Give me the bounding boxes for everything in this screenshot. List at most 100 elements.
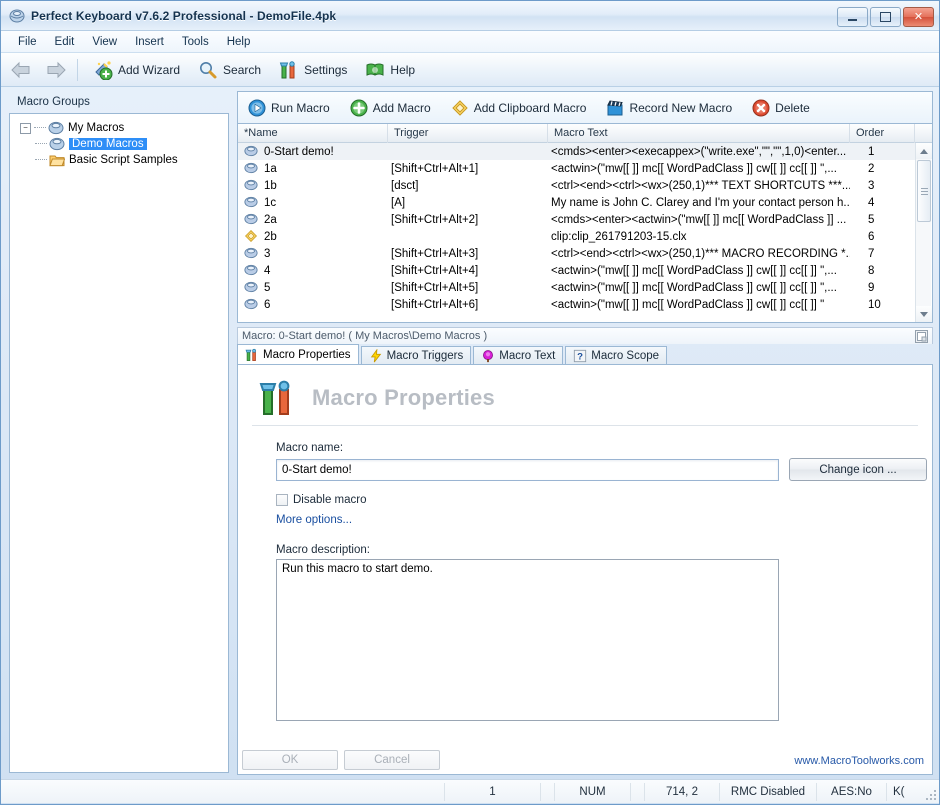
website-link[interactable]: www.MacroToolworks.com bbox=[794, 755, 924, 767]
macro-name-row: Change icon ... bbox=[276, 458, 932, 481]
svg-text:?: ? bbox=[577, 352, 583, 363]
cell-macro-text: <cmds><enter><actwin>("mw[[ ]] mc[[ Word… bbox=[551, 213, 847, 226]
cell-trigger: [A] bbox=[391, 196, 406, 209]
macro-list-scrollbar[interactable] bbox=[915, 143, 932, 322]
help-button[interactable]: Help bbox=[358, 57, 422, 83]
add-clipboard-macro-button[interactable]: Add Clipboard Macro bbox=[444, 96, 594, 120]
table-row[interactable]: 2b clip:clip_261791203-15.clx 6 bbox=[238, 228, 915, 245]
arrow-up-icon bbox=[920, 148, 928, 154]
maximize-button[interactable] bbox=[870, 7, 901, 27]
menu-item-help[interactable]: Help bbox=[218, 33, 260, 51]
macro-description-textarea[interactable] bbox=[276, 559, 779, 721]
disable-macro-checkbox[interactable] bbox=[276, 494, 288, 506]
menu-item-tools[interactable]: Tools bbox=[173, 33, 218, 51]
change-icon-button[interactable]: Change icon ... bbox=[789, 458, 927, 481]
close-button[interactable]: ✕ bbox=[903, 7, 934, 27]
menu-item-insert[interactable]: Insert bbox=[126, 33, 173, 51]
macro-cube-icon bbox=[244, 246, 260, 262]
table-row[interactable]: 2a [Shift+Ctrl+Alt+2] <cmds><enter><actw… bbox=[238, 211, 915, 228]
macro-name: 0-Start demo! bbox=[264, 145, 334, 158]
properties-tabs: Macro Properties Macro Triggers Macro Te… bbox=[237, 344, 933, 365]
record-clapper-icon bbox=[607, 99, 624, 115]
cell-name: 1a bbox=[238, 161, 388, 177]
add-wizard-button[interactable]: Add Wizard bbox=[86, 57, 187, 83]
cell-name: 5 bbox=[238, 280, 388, 296]
table-row[interactable]: 1a [Shift+Ctrl+Alt+1] <actwin>("mw[[ ]] … bbox=[238, 160, 915, 177]
add-macro-button[interactable]: Add Macro bbox=[343, 96, 438, 120]
macro-group-icon bbox=[49, 136, 65, 152]
macro-list-grid[interactable]: *Name Trigger Macro Text Order 0-Start d… bbox=[237, 123, 933, 323]
tab-macro-scope[interactable]: ? Macro Scope bbox=[565, 346, 668, 365]
scrollbar-thumb[interactable] bbox=[917, 160, 931, 222]
column-header-order[interactable]: Order bbox=[850, 124, 915, 143]
disable-macro-row[interactable]: Disable macro bbox=[276, 494, 932, 506]
table-row[interactable]: 5 [Shift+Ctrl+Alt+5] <actwin>("mw[[ ]] m… bbox=[238, 279, 915, 296]
scroll-up-button[interactable] bbox=[916, 143, 932, 159]
macro-cube-icon bbox=[244, 263, 260, 279]
table-row[interactable]: 0-Start demo! <cmds><enter><execappex>("… bbox=[238, 143, 915, 160]
status-bar: 1 NUM 714, 2 RMC Disabled AES:No K( bbox=[1, 779, 939, 803]
menu-item-edit[interactable]: Edit bbox=[46, 33, 84, 51]
tree-item-my-macros[interactable]: − My Macros bbox=[14, 120, 224, 136]
scroll-down-button[interactable] bbox=[916, 306, 932, 322]
cell-order: 8 bbox=[868, 264, 875, 277]
table-row[interactable]: 3 [Shift+Ctrl+Alt+3] <ctrl><end><ctrl><w… bbox=[238, 245, 915, 262]
tree-connector bbox=[35, 143, 47, 145]
macro-name: 6 bbox=[264, 298, 271, 311]
tree-item-label: Basic Script Samples bbox=[69, 154, 178, 166]
table-row[interactable]: 6 [Shift+Ctrl+Alt+6] <actwin>("mw[[ ]] m… bbox=[238, 296, 915, 313]
macro-name-input[interactable] bbox=[276, 458, 779, 481]
menu-item-file[interactable]: File bbox=[9, 33, 46, 51]
restore-panel-icon[interactable] bbox=[914, 329, 929, 344]
cell-macro-text: <actwin>("mw[[ ]] mc[[ WordPadClass ]] c… bbox=[551, 298, 825, 311]
folder-icon bbox=[49, 152, 66, 168]
minimize-icon bbox=[848, 19, 857, 21]
delete-button[interactable]: Delete bbox=[745, 96, 817, 120]
menu-item-view[interactable]: View bbox=[83, 33, 126, 51]
tab-macro-properties[interactable]: Macro Properties bbox=[237, 344, 359, 365]
ok-button[interactable]: OK bbox=[242, 749, 338, 770]
macro-groups-tree[interactable]: − My Macros Demo Macros Basic Script Sam… bbox=[9, 113, 229, 773]
macro-properties-tab-content: Macro Properties Macro name: Change icon… bbox=[237, 364, 933, 775]
tree-item-demo-macros[interactable]: Demo Macros bbox=[14, 136, 224, 152]
app-logo-icon bbox=[9, 8, 25, 24]
table-row[interactable]: 1c [A] My name is John C. Clarey and I'm… bbox=[238, 194, 915, 211]
macro-description-label: Macro description: bbox=[276, 544, 370, 556]
macro-properties-icon bbox=[259, 380, 290, 415]
status-cell-coordinates: 714, 2 bbox=[644, 782, 719, 801]
magnifier-icon bbox=[200, 61, 217, 78]
toolbar-separator bbox=[77, 58, 78, 81]
search-button[interactable]: Search bbox=[191, 57, 268, 83]
macro-name: 1b bbox=[264, 179, 277, 192]
macro-cube-icon bbox=[244, 161, 260, 177]
column-header-name[interactable]: *Name bbox=[238, 124, 388, 143]
table-row[interactable]: 4 [Shift+Ctrl+Alt+4] <actwin>("mw[[ ]] m… bbox=[238, 262, 915, 279]
minimize-button[interactable] bbox=[837, 7, 868, 27]
cell-trigger: [Shift+Ctrl+Alt+4] bbox=[391, 264, 479, 277]
cell-order: 7 bbox=[868, 247, 875, 260]
macro-cube-icon bbox=[244, 297, 260, 313]
cell-name: 2b bbox=[238, 229, 388, 245]
cell-name: 0-Start demo! bbox=[238, 144, 388, 160]
resize-grip-icon[interactable] bbox=[924, 788, 936, 800]
cancel-button[interactable]: Cancel bbox=[344, 749, 440, 770]
macro-name: 1c bbox=[264, 196, 277, 209]
tree-item-basic-script-samples[interactable]: Basic Script Samples bbox=[14, 152, 224, 168]
column-header-trigger[interactable]: Trigger bbox=[388, 124, 548, 143]
record-new-macro-button[interactable]: Record New Macro bbox=[599, 96, 739, 120]
more-options-link[interactable]: More options... bbox=[276, 514, 352, 526]
forward-button[interactable] bbox=[41, 57, 71, 83]
window-title: Perfect Keyboard v7.6.2 Professional - D… bbox=[31, 8, 337, 23]
back-button[interactable] bbox=[6, 57, 36, 83]
cell-order: 3 bbox=[868, 179, 875, 192]
help-book-icon bbox=[366, 63, 384, 76]
macro-properties-icon bbox=[245, 348, 256, 361]
table-row[interactable]: 1b [dsct] <ctrl><end><ctrl><wx>(250,1)**… bbox=[238, 177, 915, 194]
column-header-macro-text[interactable]: Macro Text bbox=[548, 124, 850, 143]
tab-macro-triggers[interactable]: Macro Triggers bbox=[360, 346, 472, 365]
run-macro-button[interactable]: Run Macro bbox=[241, 96, 337, 120]
collapse-toggle-icon[interactable]: − bbox=[20, 122, 31, 134]
tab-macro-text[interactable]: Macro Text bbox=[473, 346, 564, 365]
play-icon bbox=[248, 99, 266, 116]
settings-button[interactable]: Settings bbox=[272, 57, 354, 83]
